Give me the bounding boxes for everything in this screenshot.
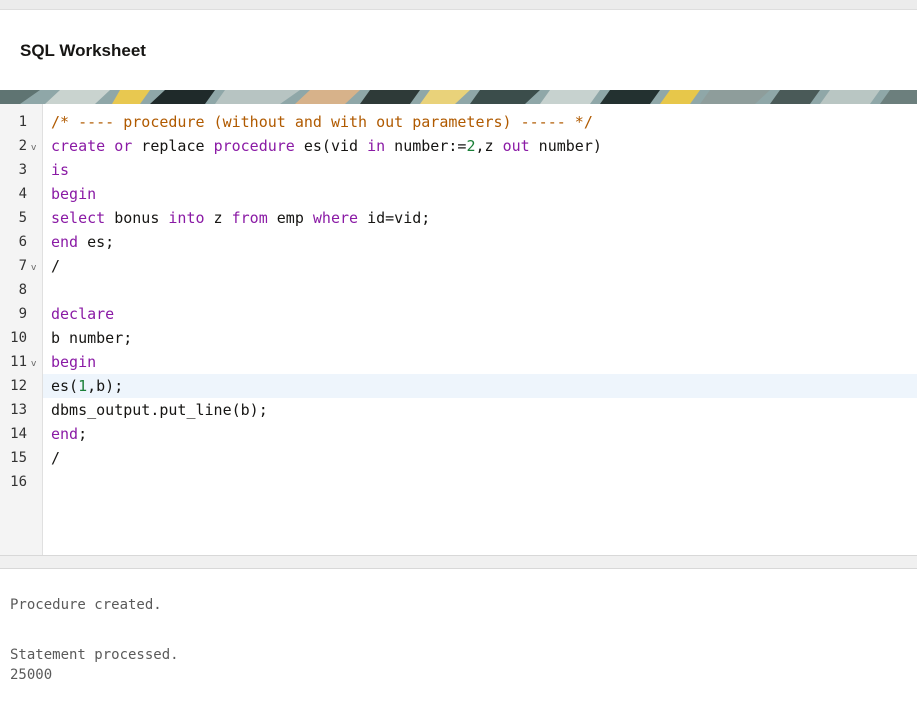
code-text: number)	[529, 137, 602, 155]
fold-chevron-icon[interactable]: v	[31, 350, 39, 374]
code-text: replace	[132, 137, 214, 155]
code-line[interactable]	[43, 470, 917, 494]
line-number: 6	[18, 234, 27, 250]
code-keyword: out	[502, 137, 530, 155]
page-title: SQL Worksheet	[20, 41, 146, 60]
code-comment: /* ---- procedure (without and with out …	[51, 113, 593, 131]
code-text: create or replace procedure es(vid in nu…	[51, 134, 602, 158]
line-number: 3	[18, 162, 27, 178]
output-line: Procedure created.	[10, 597, 162, 613]
code-text: ;	[78, 425, 88, 443]
code-keyword: into	[168, 209, 205, 227]
pane-splitter[interactable]	[0, 555, 917, 569]
output-panel: Procedure created. Statement processed. …	[0, 569, 917, 721]
code-area[interactable]: /* ---- procedure (without and with out …	[43, 104, 917, 555]
output-line: Statement processed.	[10, 647, 179, 663]
code-keyword: procedure	[213, 137, 295, 155]
code-keyword: is	[51, 161, 70, 179]
code-text: ,z	[475, 137, 503, 155]
code-line[interactable]: /	[43, 446, 917, 470]
line-number: 2	[18, 138, 27, 154]
code-line[interactable]: /	[43, 254, 917, 278]
line-number: 8	[18, 282, 27, 298]
code-text: es;	[78, 233, 115, 251]
code-line[interactable]: is	[43, 158, 917, 182]
decorative-banner	[0, 90, 917, 104]
line-number: 1	[18, 114, 27, 130]
top-strip	[0, 0, 917, 10]
code-keyword: declare	[51, 305, 115, 323]
code-text: end es;	[51, 230, 114, 254]
line-number: 11	[10, 354, 27, 370]
code-line[interactable]: end;	[43, 422, 917, 446]
code-keyword: or	[114, 137, 133, 155]
code-line[interactable]: select bonus into z from emp where id=vi…	[43, 206, 917, 230]
code-line[interactable]: /* ---- procedure (without and with out …	[43, 110, 917, 134]
code-text: /	[51, 257, 61, 275]
code-line[interactable]: create or replace procedure es(vid in nu…	[43, 134, 917, 158]
code-keyword: create	[51, 137, 106, 155]
code-line[interactable]: begin	[43, 182, 917, 206]
code-line[interactable]	[43, 278, 917, 302]
code-line[interactable]: b number;	[43, 326, 917, 350]
code-line[interactable]: begin	[43, 350, 917, 374]
line-number: 10	[10, 330, 27, 346]
code-editor[interactable]: 1 2 v 3 4 5 6 7 v 8 9 10 11 v 12 13 14 1…	[0, 104, 917, 555]
page-header: SQL Worksheet	[0, 10, 917, 90]
code-text: ,b);	[87, 377, 124, 395]
line-number: 15	[10, 450, 27, 466]
fold-chevron-icon[interactable]: v	[31, 134, 39, 158]
code-keyword: end	[51, 425, 79, 443]
code-text: id=vid;	[358, 209, 431, 227]
code-text: es(vid	[294, 137, 368, 155]
code-keyword: select	[51, 209, 106, 227]
code-keyword: where	[312, 209, 359, 227]
code-text: es(1,b);	[51, 374, 123, 398]
line-number: 7	[18, 258, 27, 274]
code-line[interactable]: dbms_output.put_line(b);	[43, 398, 917, 422]
code-text: emp	[267, 209, 313, 227]
output-line: 25000	[10, 667, 53, 683]
code-text: select bonus into z from emp where id=vi…	[51, 206, 430, 230]
code-number: 1	[78, 377, 88, 395]
line-number: 16	[10, 474, 27, 490]
code-text: bonus	[105, 209, 169, 227]
line-number: 14	[10, 426, 27, 442]
code-text: z	[204, 209, 232, 227]
line-number: 9	[18, 306, 27, 322]
code-text: /	[51, 449, 61, 467]
code-text: es(	[51, 377, 79, 395]
code-text: b number;	[51, 329, 133, 347]
code-line[interactable]: end es;	[43, 230, 917, 254]
code-keyword: begin	[51, 185, 97, 203]
line-number: 13	[10, 402, 27, 418]
line-number: 4	[18, 186, 27, 202]
banner-pattern-icon	[0, 90, 917, 104]
code-line[interactable]: declare	[43, 302, 917, 326]
code-line-active[interactable]: es(1,b);	[43, 374, 917, 398]
code-text: end;	[51, 422, 87, 446]
code-text: dbms_output.put_line(b);	[51, 401, 268, 419]
code-keyword: begin	[51, 353, 97, 371]
code-keyword: in	[367, 137, 386, 155]
code-keyword: from	[231, 209, 268, 227]
code-keyword: end	[51, 233, 79, 251]
line-number: 5	[18, 210, 27, 226]
fold-chevron-icon[interactable]: v	[31, 254, 39, 278]
code-text: number:=	[385, 137, 467, 155]
line-number: 12	[10, 378, 27, 394]
line-number-gutter: 1 2 v 3 4 5 6 7 v 8 9 10 11 v 12 13 14 1…	[0, 104, 43, 555]
